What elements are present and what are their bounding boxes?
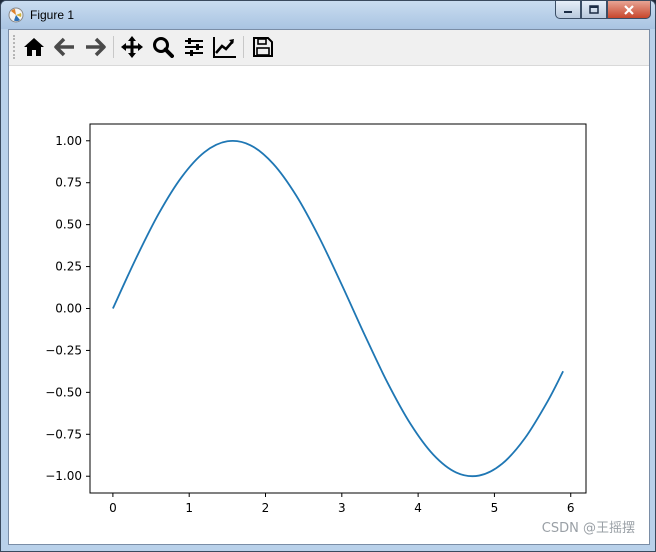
x-tick-label: 6	[567, 501, 575, 515]
y-tick-label: −1.00	[45, 469, 82, 483]
x-tick-label: 0	[109, 501, 117, 515]
x-tick-label: 1	[185, 501, 193, 515]
pan-button[interactable]	[119, 34, 145, 60]
toolbar-separator	[113, 36, 114, 58]
y-tick-label: −0.50	[45, 385, 82, 399]
close-icon	[624, 4, 634, 15]
save-button[interactable]	[250, 34, 276, 60]
close-button[interactable]	[607, 1, 651, 19]
navigation-toolbar	[9, 30, 649, 66]
maximize-icon	[589, 5, 599, 14]
minimize-button[interactable]	[555, 1, 581, 19]
forward-button[interactable]	[82, 34, 108, 60]
figure-window: Figure 1 0 1 2 3 4 5 6 1.00 0.75 0.50 0.…	[0, 0, 656, 552]
y-tick-label: 0.00	[55, 302, 82, 316]
toolbar-separator	[243, 36, 244, 58]
y-tick-label: 0.50	[55, 218, 82, 232]
edit-axis-button[interactable]	[212, 34, 238, 60]
y-tick-label: 0.75	[55, 176, 82, 190]
line-chart-icon	[213, 37, 236, 58]
y-tick-label: −0.75	[45, 427, 82, 441]
configure-subplots-button[interactable]	[181, 34, 207, 60]
y-tick-label: 1.00	[55, 134, 82, 148]
watermark: CSDN @王摇摆	[541, 521, 635, 536]
arrow-left-icon	[54, 37, 74, 57]
maximize-button[interactable]	[581, 1, 607, 19]
x-tick-label: 5	[491, 501, 499, 515]
home-icon	[24, 38, 44, 56]
zoom-button[interactable]	[150, 34, 176, 60]
home-button[interactable]	[21, 34, 47, 60]
window-title: Figure 1	[30, 8, 75, 22]
y-tick-label: 0.25	[55, 260, 82, 274]
arrow-right-icon	[86, 37, 106, 57]
toolbar-grip[interactable]	[13, 35, 17, 59]
floppy-disk-icon	[253, 37, 273, 57]
sliders-icon	[185, 38, 203, 56]
line-plot[interactable]: 0 1 2 3 4 5 6 1.00 0.75 0.50 0.25 0.00 −0.25 −0.50 −0.…	[9, 66, 649, 544]
move-icon	[121, 36, 143, 58]
matplotlib-app-icon	[8, 7, 24, 23]
x-tick-label: 4	[414, 501, 422, 515]
back-button[interactable]	[52, 34, 78, 60]
title-bar[interactable]: Figure 1	[1, 1, 655, 29]
figure-canvas-area: 0 1 2 3 4 5 6 1.00 0.75 0.50 0.25 0.00 −0.25 −0.50 −0.…	[8, 29, 650, 545]
magnifier-icon	[153, 37, 174, 58]
y-tick-label: −0.25	[45, 343, 82, 357]
axes-frame	[89, 123, 587, 494]
x-tick-label: 2	[262, 501, 270, 515]
minimize-icon	[564, 10, 572, 13]
x-tick-label: 3	[338, 501, 346, 515]
